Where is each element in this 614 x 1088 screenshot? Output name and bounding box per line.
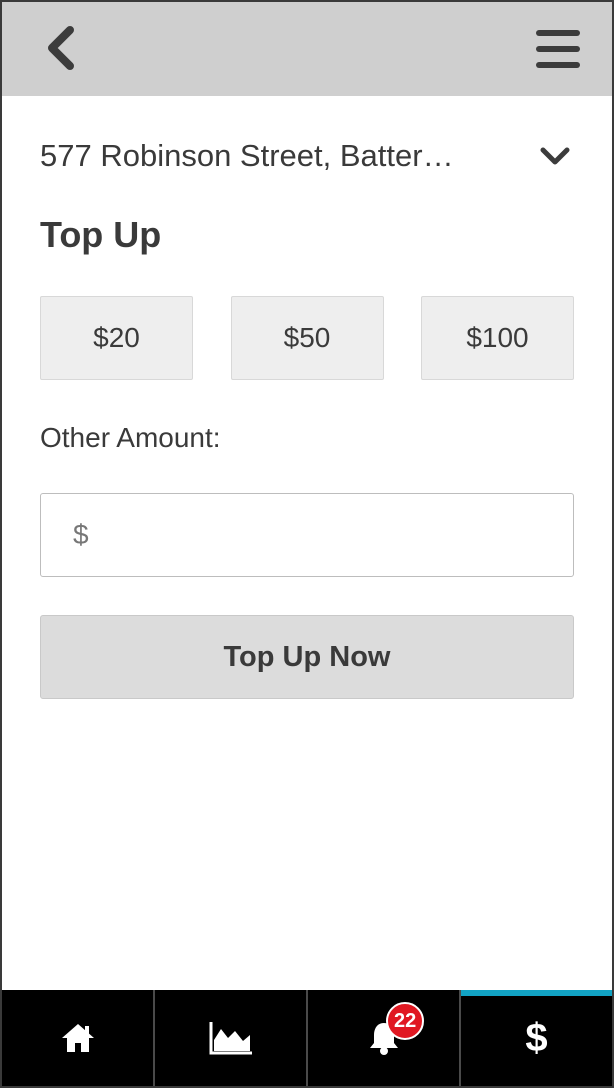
menu-line [536,62,580,68]
location-label: 577 Robinson Street, Batter… [40,138,454,173]
tab-usage[interactable] [155,990,308,1086]
page-title: Top Up [40,214,162,255]
top-bar [2,2,612,96]
chevron-left-icon [48,26,74,70]
tab-home[interactable] [2,990,155,1086]
amount-50-button[interactable]: $50 [230,296,384,380]
menu-line [536,30,580,36]
other-amount-label: Other Amount: [40,422,221,453]
chevron-down-icon[interactable] [538,139,572,173]
preset-amounts: $20 $50 $100 [40,296,574,380]
area-chart-icon [209,1022,252,1055]
app-frame: 577 Robinson Street, Batter… Top Up $20 … [0,0,614,1088]
amount-100-button[interactable]: $100 [421,296,574,380]
other-amount-field [40,493,574,577]
bottom-tab-bar: 22 $ [2,990,612,1086]
menu-line [536,46,580,52]
dollar-icon: $ [525,1015,548,1060]
back-button[interactable] [32,20,88,76]
menu-button[interactable] [532,24,584,74]
amount-20-button[interactable]: $20 [40,296,193,380]
home-icon [61,1024,94,1052]
tab-notifications[interactable]: 22 [308,990,461,1086]
location-selector[interactable]: 577 Robinson Street, Batter… [40,134,574,178]
top-up-now-button[interactable]: Top Up Now [40,615,574,699]
notification-badge: 22 [386,1002,425,1040]
tab-top-up[interactable]: $ [461,990,612,1086]
other-amount-input[interactable] [41,494,573,576]
